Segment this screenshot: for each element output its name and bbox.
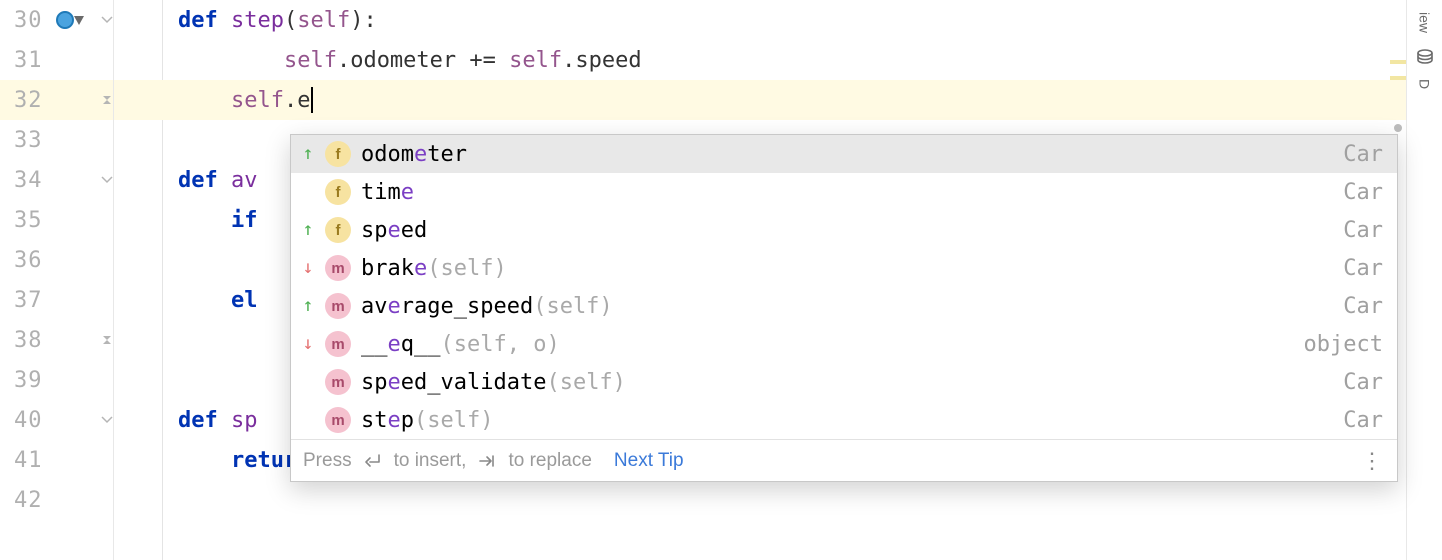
enter-key-icon bbox=[364, 453, 382, 469]
line-number: 35 bbox=[0, 208, 97, 233]
completion-item[interactable]: ↓ m __eq__(self, o) object bbox=[291, 325, 1397, 363]
priority-blank: ↑ bbox=[301, 411, 315, 429]
tab-key-icon bbox=[478, 454, 496, 468]
completion-origin: Car bbox=[1335, 142, 1383, 167]
code-line-current[interactable]: self.e bbox=[114, 80, 1406, 120]
method-kind-icon: m bbox=[325, 369, 351, 395]
fold-toggle-icon[interactable] bbox=[100, 413, 114, 427]
line-number: 33 bbox=[0, 128, 97, 153]
completion-item[interactable]: ↓ m brake(self) Car bbox=[291, 249, 1397, 287]
gutter-line[interactable]: 40 bbox=[0, 400, 113, 440]
breakpoint-icon[interactable] bbox=[56, 11, 74, 29]
gutter-line[interactable]: 41 bbox=[0, 440, 113, 480]
footer-text: to insert, bbox=[394, 450, 467, 472]
gutter-line[interactable]: 34 bbox=[0, 160, 113, 200]
line-number: 42 bbox=[0, 488, 97, 513]
completion-origin: Car bbox=[1335, 408, 1383, 433]
tool-window-tab[interactable]: iew bbox=[1417, 12, 1433, 33]
footer-text: to replace bbox=[508, 450, 591, 472]
method-kind-icon: m bbox=[325, 293, 351, 319]
line-number: 36 bbox=[0, 248, 97, 273]
completion-label: speed_validate(self) bbox=[361, 370, 1325, 395]
completion-label: odometer bbox=[361, 142, 1325, 167]
completion-item[interactable]: ↑ fspeed Car bbox=[291, 211, 1397, 249]
completion-item[interactable]: ↑ m speed_validate(self) Car bbox=[291, 363, 1397, 401]
line-number: 37 bbox=[0, 288, 97, 313]
code-line[interactable]: def step(self): bbox=[114, 0, 1406, 40]
completion-label: time bbox=[361, 180, 1325, 205]
gutter-line[interactable]: 39 bbox=[0, 360, 113, 400]
database-icon[interactable] bbox=[1414, 47, 1436, 69]
completion-item[interactable]: ↑ ftime Car bbox=[291, 173, 1397, 211]
method-kind-icon: m bbox=[325, 255, 351, 281]
completion-item[interactable]: ↑ m average_speed(self) Car bbox=[291, 287, 1397, 325]
priority-up-icon: ↑ bbox=[301, 297, 315, 315]
field-kind-icon: f bbox=[325, 217, 351, 243]
line-number: 32 bbox=[0, 88, 97, 113]
next-tip-link[interactable]: Next Tip bbox=[614, 450, 684, 472]
gutter-line[interactable]: 30 bbox=[0, 0, 113, 40]
line-number: 41 bbox=[0, 448, 97, 473]
code-line[interactable]: self.odometer += self.speed bbox=[114, 40, 1406, 80]
method-kind-icon: m bbox=[325, 407, 351, 433]
line-number: 31 bbox=[0, 48, 97, 73]
priority-blank: ↑ bbox=[301, 373, 315, 391]
gutter: 30 31 32 33 34 35 36 37 38 39 40 bbox=[0, 0, 114, 560]
gutter-line[interactable]: 38 bbox=[0, 320, 113, 360]
gutter-line[interactable]: 37 bbox=[0, 280, 113, 320]
gutter-line[interactable]: 32 bbox=[0, 80, 113, 120]
tool-window-tab[interactable]: D bbox=[1417, 79, 1433, 89]
completion-origin: Car bbox=[1335, 180, 1383, 205]
completion-origin: Car bbox=[1335, 294, 1383, 319]
priority-blank: ↑ bbox=[301, 183, 315, 201]
completion-popup: ↑fodometerCar↑ftimeCar↑fspeedCar↓mbrake(… bbox=[290, 134, 1398, 482]
gutter-line[interactable]: 42 bbox=[0, 480, 113, 520]
completion-label: brake(self) bbox=[361, 256, 1325, 281]
completion-label: step(self) bbox=[361, 408, 1325, 433]
more-menu-icon[interactable]: ⋮ bbox=[1361, 448, 1385, 474]
field-kind-icon: f bbox=[325, 141, 351, 167]
method-kind-icon: m bbox=[325, 331, 351, 357]
completion-label: __eq__(self, o) bbox=[361, 332, 1286, 357]
gutter-line[interactable]: 31 bbox=[0, 40, 113, 80]
completion-label: average_speed(self) bbox=[361, 294, 1325, 319]
fold-toggle-icon[interactable] bbox=[100, 333, 114, 347]
gutter-line[interactable]: 35 bbox=[0, 200, 113, 240]
completion-item[interactable]: ↑ f odometer Car bbox=[291, 135, 1397, 173]
line-number: 39 bbox=[0, 368, 97, 393]
field-kind-icon: f bbox=[325, 179, 351, 205]
completion-origin: Car bbox=[1335, 370, 1383, 395]
right-tool-rail: iew D bbox=[1406, 0, 1442, 560]
fold-toggle-icon[interactable] bbox=[100, 173, 114, 187]
priority-down-icon: ↓ bbox=[301, 335, 315, 353]
line-number: 34 bbox=[0, 168, 97, 193]
fold-toggle-icon[interactable] bbox=[100, 93, 114, 107]
gutter-line[interactable]: 36 bbox=[0, 240, 113, 280]
gutter-line[interactable]: 33 bbox=[0, 120, 113, 160]
completion-origin: Car bbox=[1335, 218, 1383, 243]
completion-origin: Car bbox=[1335, 256, 1383, 281]
line-number: 38 bbox=[0, 328, 97, 353]
priority-up-icon: ↑ bbox=[301, 145, 315, 163]
text-caret bbox=[311, 87, 313, 113]
fold-toggle-icon[interactable] bbox=[100, 13, 114, 27]
priority-down-icon: ↓ bbox=[301, 259, 315, 277]
code-line[interactable] bbox=[114, 480, 1406, 520]
completion-list[interactable]: ↑fodometerCar↑ftimeCar↑fspeedCar↓mbrake(… bbox=[291, 135, 1397, 439]
completion-item[interactable]: ↑ m step(self) Car bbox=[291, 401, 1397, 439]
footer-text: Press bbox=[303, 450, 352, 472]
line-number: 40 bbox=[0, 408, 97, 433]
priority-up-icon: ↑ bbox=[301, 221, 315, 239]
completion-origin: object bbox=[1296, 332, 1383, 357]
completion-label: speed bbox=[361, 218, 1325, 243]
completion-footer: Press to insert, to replace Next Tip ⋮ bbox=[291, 439, 1397, 481]
